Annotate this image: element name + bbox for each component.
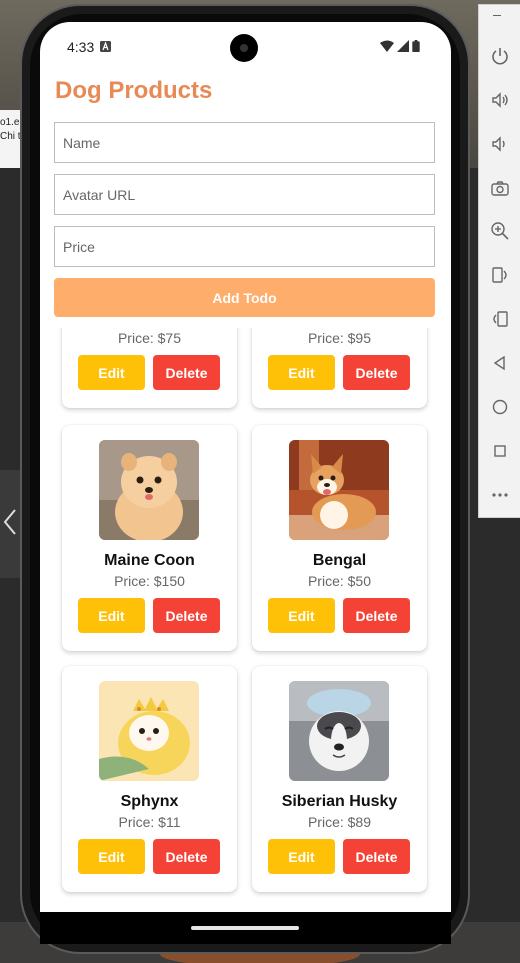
delete-button[interactable]: Delete bbox=[153, 355, 220, 390]
minimize-icon[interactable] bbox=[493, 15, 501, 16]
avatar-url-field[interactable] bbox=[54, 174, 435, 215]
edit-button[interactable]: Edit bbox=[78, 839, 145, 874]
product-price: Price: $11 bbox=[118, 814, 181, 830]
edit-button[interactable]: Edit bbox=[268, 355, 335, 390]
zoom-button[interactable] bbox=[489, 220, 511, 242]
rotate-left-button[interactable] bbox=[489, 264, 511, 286]
home-gesture-handle[interactable] bbox=[191, 926, 299, 930]
delete-button[interactable]: Delete bbox=[153, 598, 220, 633]
overview-square-icon bbox=[494, 445, 506, 457]
product-list[interactable]: Price: $75 Edit Delete Price: $95 Edit D… bbox=[40, 328, 451, 912]
add-todo-button[interactable]: Add Todo bbox=[54, 278, 435, 317]
product-price: Price: $150 bbox=[114, 573, 185, 589]
cat-in-dino-costume-image bbox=[99, 681, 199, 781]
product-price: Price: $89 bbox=[307, 814, 372, 830]
product-card: Sphynx Price: $11 Edit Delete bbox=[62, 666, 237, 892]
edit-button[interactable]: Edit bbox=[268, 839, 335, 874]
gesture-nav-bar bbox=[40, 912, 451, 944]
more-button[interactable] bbox=[489, 484, 511, 506]
name-field[interactable] bbox=[54, 122, 435, 163]
volume-up-icon bbox=[492, 92, 508, 108]
product-price: Price: $95 bbox=[307, 330, 372, 346]
more-dots-icon bbox=[492, 493, 508, 497]
product-card: Price: $95 Edit Delete bbox=[252, 328, 427, 408]
page-title: Dog Products bbox=[55, 77, 213, 104]
volume-down-button[interactable] bbox=[489, 133, 511, 155]
volume-up-button[interactable] bbox=[489, 89, 511, 111]
name-input[interactable] bbox=[63, 134, 434, 151]
edit-button[interactable]: Edit bbox=[268, 598, 335, 633]
product-card: Maine Coon Price: $150 Edit Delete bbox=[62, 425, 237, 651]
screenshot-button[interactable] bbox=[489, 177, 511, 199]
status-icons bbox=[380, 40, 420, 52]
delete-button[interactable]: Delete bbox=[343, 598, 410, 633]
status-time: 4:33 bbox=[67, 39, 95, 55]
zoom-in-icon bbox=[491, 222, 509, 240]
product-image bbox=[99, 681, 199, 781]
home-circle-icon bbox=[492, 399, 508, 415]
product-card: Siberian Husky Price: $89 Edit Delete bbox=[252, 666, 427, 892]
delete-button[interactable]: Delete bbox=[153, 839, 220, 874]
pomeranian-dog-image bbox=[99, 440, 199, 540]
back-triangle-icon bbox=[493, 355, 505, 371]
price-field[interactable] bbox=[54, 226, 435, 267]
product-name: Sphynx bbox=[120, 793, 179, 810]
chevron-left-icon bbox=[3, 509, 16, 535]
rotate-right-button[interactable] bbox=[489, 308, 511, 330]
price-input[interactable] bbox=[63, 238, 434, 255]
status-bar: 4:33 bbox=[40, 22, 451, 72]
product-image bbox=[289, 440, 389, 540]
volume-down-icon bbox=[492, 136, 505, 152]
front-camera bbox=[230, 34, 258, 62]
product-image bbox=[99, 440, 199, 540]
husky-dog-image bbox=[289, 681, 389, 781]
battery-icon bbox=[412, 40, 420, 52]
emulator-toolbar bbox=[478, 4, 520, 518]
product-card: Bengal Price: $50 Edit Delete bbox=[252, 425, 427, 651]
camera-icon bbox=[491, 181, 509, 196]
product-name: Siberian Husky bbox=[281, 793, 398, 810]
product-name: Bengal bbox=[312, 552, 367, 569]
product-price: Price: $50 bbox=[307, 573, 372, 589]
edit-button[interactable]: Edit bbox=[78, 355, 145, 390]
product-image bbox=[289, 681, 389, 781]
home-button[interactable] bbox=[489, 396, 511, 418]
rotate-left-icon bbox=[492, 267, 507, 283]
power-button[interactable] bbox=[489, 45, 511, 67]
back-button[interactable] bbox=[489, 352, 511, 374]
product-price: Price: $75 bbox=[117, 330, 182, 346]
product-name: Maine Coon bbox=[104, 552, 195, 569]
power-icon bbox=[492, 48, 508, 65]
rotate-right-icon bbox=[493, 311, 508, 327]
notification-a-icon bbox=[100, 41, 111, 52]
delete-button[interactable]: Delete bbox=[343, 355, 410, 390]
overview-button[interactable] bbox=[489, 440, 511, 462]
app-screen: 4:33 Dog Products Add Todo Price: $75 Ed… bbox=[40, 22, 451, 944]
signal-icon bbox=[397, 40, 409, 52]
corgi-dog-image bbox=[289, 440, 389, 540]
wifi-icon bbox=[380, 40, 394, 52]
delete-button[interactable]: Delete bbox=[343, 839, 410, 874]
edit-button[interactable]: Edit bbox=[78, 598, 145, 633]
product-card: Price: $75 Edit Delete bbox=[62, 328, 237, 408]
avatar-url-input[interactable] bbox=[63, 186, 434, 203]
